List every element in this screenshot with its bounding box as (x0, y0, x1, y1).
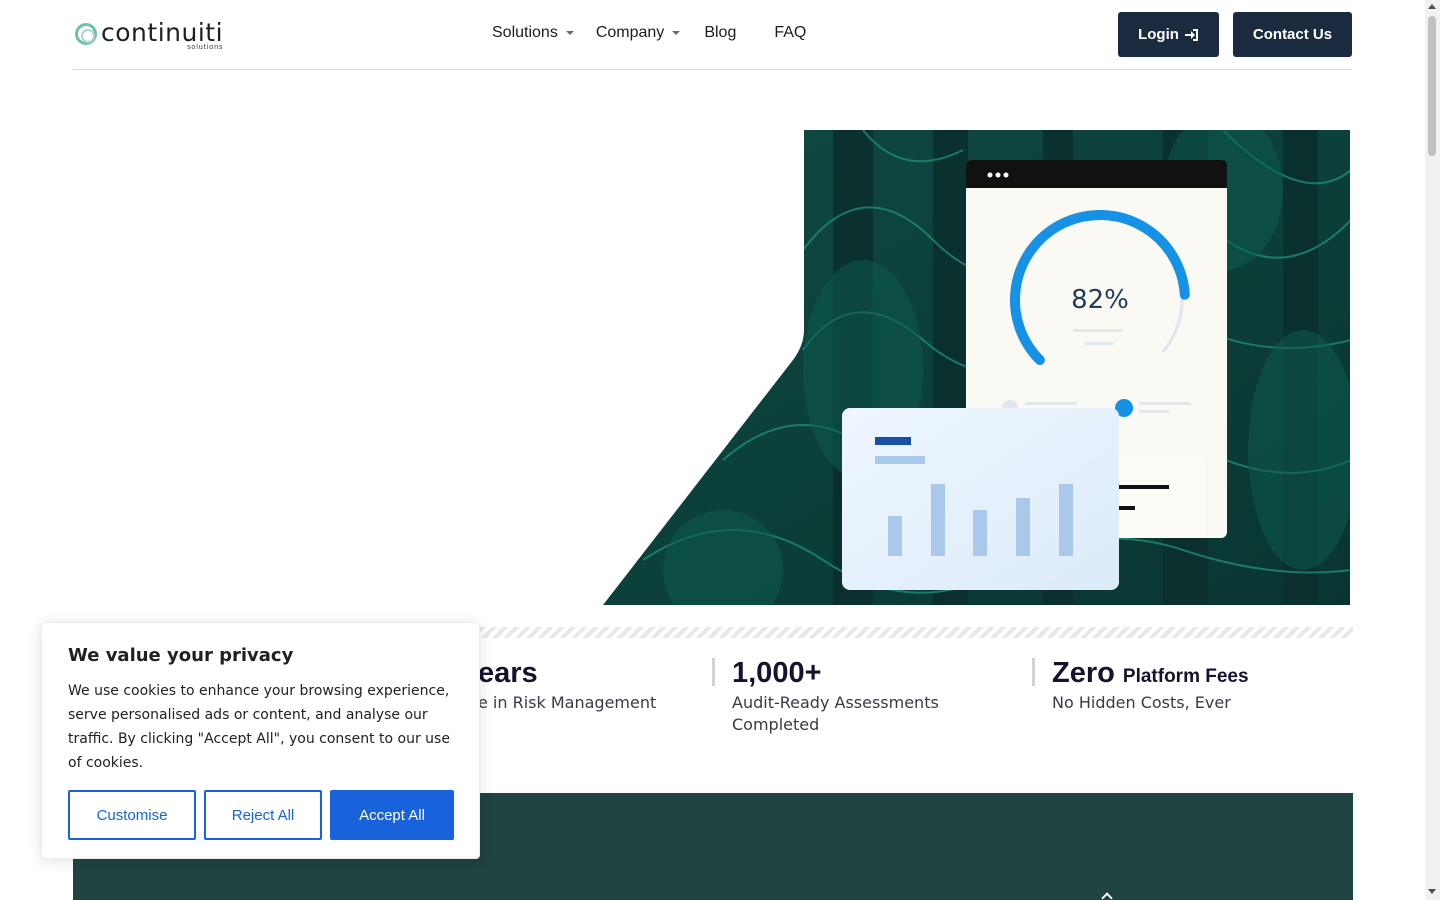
bar-chart-card (842, 408, 1119, 590)
login-button-label: Login (1138, 26, 1179, 43)
chevron-down-icon (565, 31, 574, 35)
customise-button[interactable]: Customise (68, 790, 196, 840)
nav-solutions[interactable]: Solutions (492, 24, 574, 42)
accept-all-button[interactable]: Accept All (330, 790, 454, 840)
cookie-consent-banner: We value your privacy We use cookies to … (41, 622, 480, 859)
cookie-description: We use cookies to enhance your browsing … (68, 683, 450, 771)
nav-solutions-label: Solutions (492, 24, 558, 41)
nav-blog[interactable]: Blog (704, 24, 736, 42)
logo-wordmark: continuiti (101, 18, 224, 47)
cookie-title: We value your privacy (68, 645, 294, 666)
reject-all-button[interactable]: Reject All (204, 790, 322, 840)
stat-fees-desc: No Hidden Costs, Ever (1052, 692, 1231, 712)
stat-fees: Zero Platform Fees No Hidden Costs, Ever (1052, 657, 1249, 714)
stat-assessments-desc-line1: Audit-Ready Assessments (732, 692, 939, 712)
stat-assessments-value: 1,000+ (732, 657, 822, 689)
scroll-up-arrow-icon[interactable] (1428, 4, 1436, 9)
nav-blog-label: Blog (704, 24, 737, 41)
sign-in-icon (1184, 28, 1199, 41)
stat-experience-value: ears (478, 657, 538, 689)
logo[interactable]: continuiti solutions (75, 20, 223, 51)
stat-experience: ears e in Risk Management (478, 657, 657, 714)
stat-assessments: 1,000+ Audit-Ready Assessments Completed (732, 657, 939, 736)
main-nav: Solutions Company Blog FAQ (492, 24, 806, 42)
stat-divider (712, 658, 715, 686)
site-header: continuiti solutions Solutions Company B… (73, 0, 1352, 70)
stat-divider (1032, 658, 1035, 686)
nav-company-label: Company (595, 24, 665, 41)
stat-assessments-desc-line2: Completed (732, 714, 820, 734)
page-scrollbar[interactable] (1425, 0, 1440, 900)
logo-icon (75, 23, 97, 45)
contact-us-button[interactable]: Contact Us (1233, 12, 1352, 57)
hero-illustration: 82% (603, 130, 1351, 605)
login-button[interactable]: Login (1118, 12, 1219, 57)
scrollbar-thumb[interactable] (1428, 16, 1436, 156)
chevron-up-icon (1101, 892, 1113, 900)
chevron-down-icon (672, 31, 681, 35)
contact-us-label: Contact Us (1252, 26, 1333, 43)
stat-experience-desc: e in Risk Management (478, 692, 657, 712)
nav-faq-label: FAQ (774, 24, 807, 41)
nav-company[interactable]: Company (595, 24, 681, 42)
gauge-value: 82% (1071, 285, 1129, 315)
stat-fees-value: Zero (1052, 657, 1115, 689)
nav-faq[interactable]: FAQ (774, 24, 806, 42)
scroll-down-arrow-icon[interactable] (1428, 889, 1436, 894)
stat-fees-suffix: Platform Fees (1122, 666, 1249, 687)
